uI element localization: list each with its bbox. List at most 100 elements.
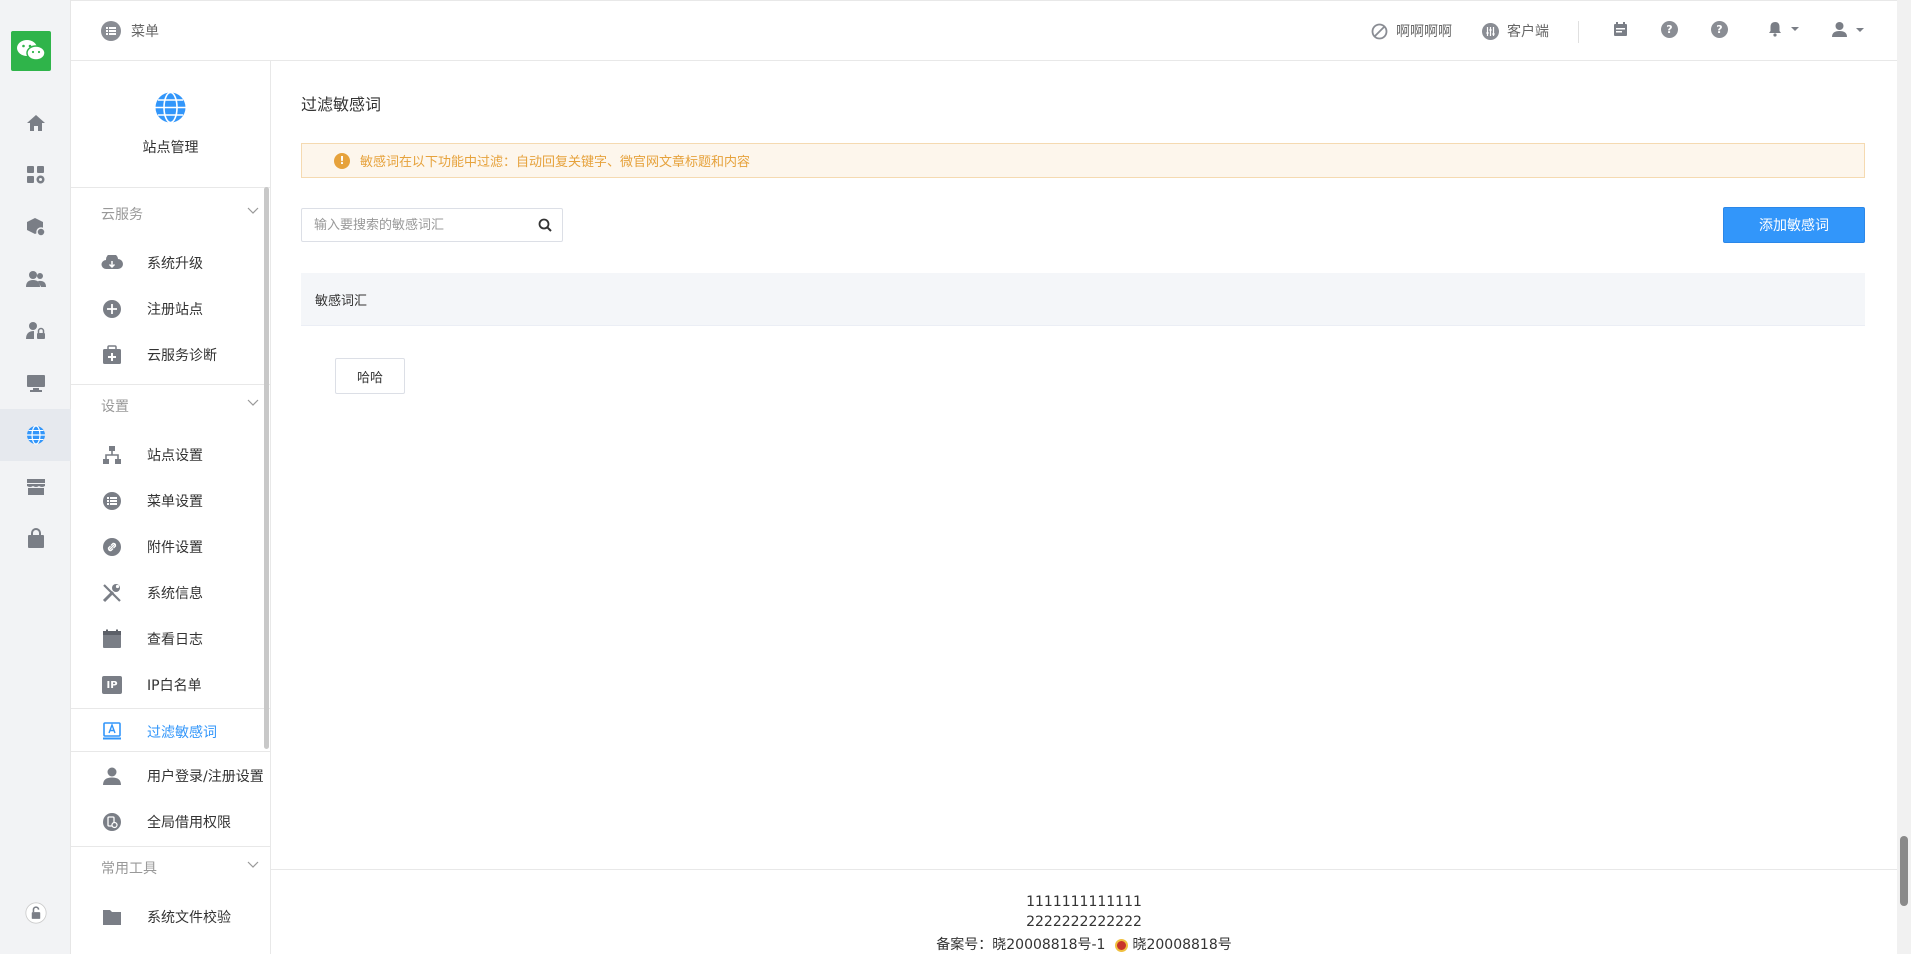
sidebar-item-user-login-settings[interactable]: 用户登录/注册设置 — [71, 755, 270, 795]
client-link[interactable]: 客户端 — [1482, 21, 1549, 41]
site-management-title: 站点管理 — [142, 140, 199, 156]
page-scrollbar-thumb[interactable] — [1900, 836, 1908, 906]
sidebar-item-label: 注册站点 — [147, 302, 203, 318]
sidebar-item-label: 附件设置 — [147, 540, 203, 556]
menu-label: 菜单 — [131, 24, 159, 40]
sidebar-item-cloud-diagnosis[interactable]: 云服务诊断 — [71, 334, 270, 374]
section-divider — [71, 384, 270, 385]
warning-icon: ! — [334, 152, 350, 169]
apps-settings-icon[interactable] — [0, 149, 71, 201]
text-filter-icon — [101, 720, 123, 742]
cloud-download-icon — [101, 252, 123, 274]
column-header-word: 敏感词汇 — [315, 294, 368, 309]
section-cloud-services[interactable]: 云服务 — [101, 204, 143, 224]
add-sensitive-word-button[interactable]: 添加敏感词 — [1723, 207, 1865, 243]
ip-badge: IP — [102, 676, 122, 694]
sidebar-item-file-verification[interactable]: 系统文件校验 — [71, 896, 270, 936]
police-badge-icon — [1115, 938, 1129, 952]
app-rail — [0, 0, 71, 954]
list-circle-icon — [101, 490, 123, 512]
section-settings[interactable]: 设置 — [101, 396, 129, 416]
footer-icp-row: 备案号：晓20008818号-1 晓20008818号 — [271, 934, 1897, 954]
user-menu-button[interactable] — [1831, 21, 1864, 38]
footer-line-1: 1111111111111 — [1026, 894, 1142, 910]
table-header: 敏感词汇 — [301, 273, 1865, 326]
users-icon[interactable] — [0, 253, 71, 305]
sidebar-item-view-logs[interactable]: 查看日志 — [71, 618, 270, 658]
sidebar-item-menu-settings[interactable]: 菜单设置 — [71, 480, 270, 520]
sidebar-item-label: 用户登录/注册设置 — [147, 769, 264, 785]
settings-sidebar: 站点管理 云服务 系统升级 注册站点 云服务诊断 设置 站点设置 菜单设置 附件… — [71, 61, 271, 954]
topbar-link-1-label: 啊啊啊啊 — [1396, 24, 1452, 40]
top-bar: 菜单 啊啊啊啊 客户端 ? ? — [71, 0, 1897, 61]
ip-icon: IP — [101, 674, 123, 696]
sidebar-item-label: 过滤敏感词 — [147, 725, 217, 741]
page-title: 过滤敏感词 — [301, 95, 382, 114]
sidebar-item-ip-whitelist[interactable]: IP IP白名单 — [71, 664, 270, 704]
shopping-bag-icon[interactable] — [0, 513, 71, 565]
footer-line-2: 2222222222222 — [1026, 914, 1142, 930]
home-icon[interactable] — [0, 97, 71, 149]
sidebar-item-global-permissions[interactable]: 全局借用权限 — [71, 801, 270, 841]
search-input[interactable] — [302, 209, 526, 241]
main-content: 过滤敏感词 ! 敏感词在以下功能中过滤：自动回复关键字、微官网文章标题和内容 添… — [271, 61, 1897, 954]
help-button-2[interactable]: ? — [1711, 21, 1728, 38]
store-icon[interactable] — [0, 461, 71, 513]
section-common-tools[interactable]: 常用工具 — [101, 858, 157, 878]
caret-down-icon — [1791, 27, 1799, 31]
package-settings-icon[interactable] — [0, 201, 71, 253]
sidebar-item-label: 全局借用权限 — [147, 815, 231, 831]
icp-link[interactable]: 备案号：晓20008818号-1 — [936, 937, 1105, 953]
calendar-icon — [1614, 22, 1627, 36]
page-footer: 1111111111111 2222222222222 备案号：晓2000881… — [271, 869, 1897, 954]
plus-circle-icon — [101, 298, 123, 320]
info-alert: ! 敏感词在以下功能中过滤：自动回复关键字、微官网文章标题和内容 — [301, 143, 1865, 178]
sidebar-scrollbar[interactable] — [264, 187, 269, 749]
sliders-icon — [1482, 22, 1499, 40]
sidebar-item-system-info[interactable]: 系统信息 — [71, 572, 270, 612]
sensitive-word-tag[interactable]: 哈哈 — [335, 358, 405, 394]
permission-icon — [101, 811, 123, 833]
globe-icon[interactable] — [0, 409, 71, 461]
sidebar-item-system-upgrade[interactable]: 系统升级 — [71, 242, 270, 282]
globe-icon — [155, 91, 186, 124]
medical-kit-icon — [101, 344, 123, 366]
folder-icon — [101, 906, 123, 928]
ban-icon — [1371, 23, 1388, 39]
menu-toggle-button[interactable]: 菜单 — [101, 21, 159, 41]
page-scrollbar[interactable] — [1897, 0, 1911, 954]
unlock-icon[interactable] — [0, 887, 71, 939]
sidebar-item-attachment-settings[interactable]: 附件设置 — [71, 526, 270, 566]
search-icon[interactable] — [538, 218, 552, 232]
chevron-down-icon[interactable] — [247, 858, 259, 870]
site-management-header: 站点管理 — [71, 61, 270, 188]
wechat-logo-icon[interactable] — [11, 31, 51, 71]
caret-down-icon — [1856, 27, 1864, 32]
sidebar-item-label: 系统信息 — [147, 586, 203, 602]
bell-icon — [1769, 22, 1781, 37]
alert-text: 敏感词在以下功能中过滤：自动回复关键字、微官网文章标题和内容 — [360, 155, 751, 170]
police-record-link[interactable]: 晓20008818号 — [1132, 937, 1231, 953]
sidebar-item-site-settings[interactable]: 站点设置 — [71, 434, 270, 474]
sidebar-item-label: IP白名单 — [147, 678, 202, 694]
calendar-button[interactable] — [1612, 21, 1629, 38]
help-button-1[interactable]: ? — [1661, 21, 1678, 38]
sidebar-item-label: 系统文件校验 — [147, 910, 231, 926]
search-box — [301, 208, 563, 242]
user-lock-icon[interactable] — [0, 305, 71, 357]
topbar-link-1[interactable]: 啊啊啊啊 — [1371, 21, 1452, 41]
question-icon: ? — [1661, 21, 1678, 38]
link-icon — [101, 536, 123, 558]
chevron-down-icon[interactable] — [247, 396, 259, 408]
sidebar-item-filter-sensitive-words[interactable]: 过滤敏感词 — [71, 708, 270, 752]
log-book-icon — [101, 628, 123, 650]
sidebar-item-label: 站点设置 — [147, 448, 203, 464]
chevron-down-icon[interactable] — [247, 204, 259, 216]
tools-icon — [101, 582, 123, 604]
sidebar-item-label: 系统升级 — [147, 256, 203, 272]
monitor-icon[interactable] — [0, 357, 71, 409]
question-icon: ? — [1711, 21, 1728, 38]
sidebar-item-register-site[interactable]: 注册站点 — [71, 288, 270, 328]
user-avatar-icon — [1832, 22, 1847, 37]
notifications-button[interactable] — [1767, 21, 1799, 37]
